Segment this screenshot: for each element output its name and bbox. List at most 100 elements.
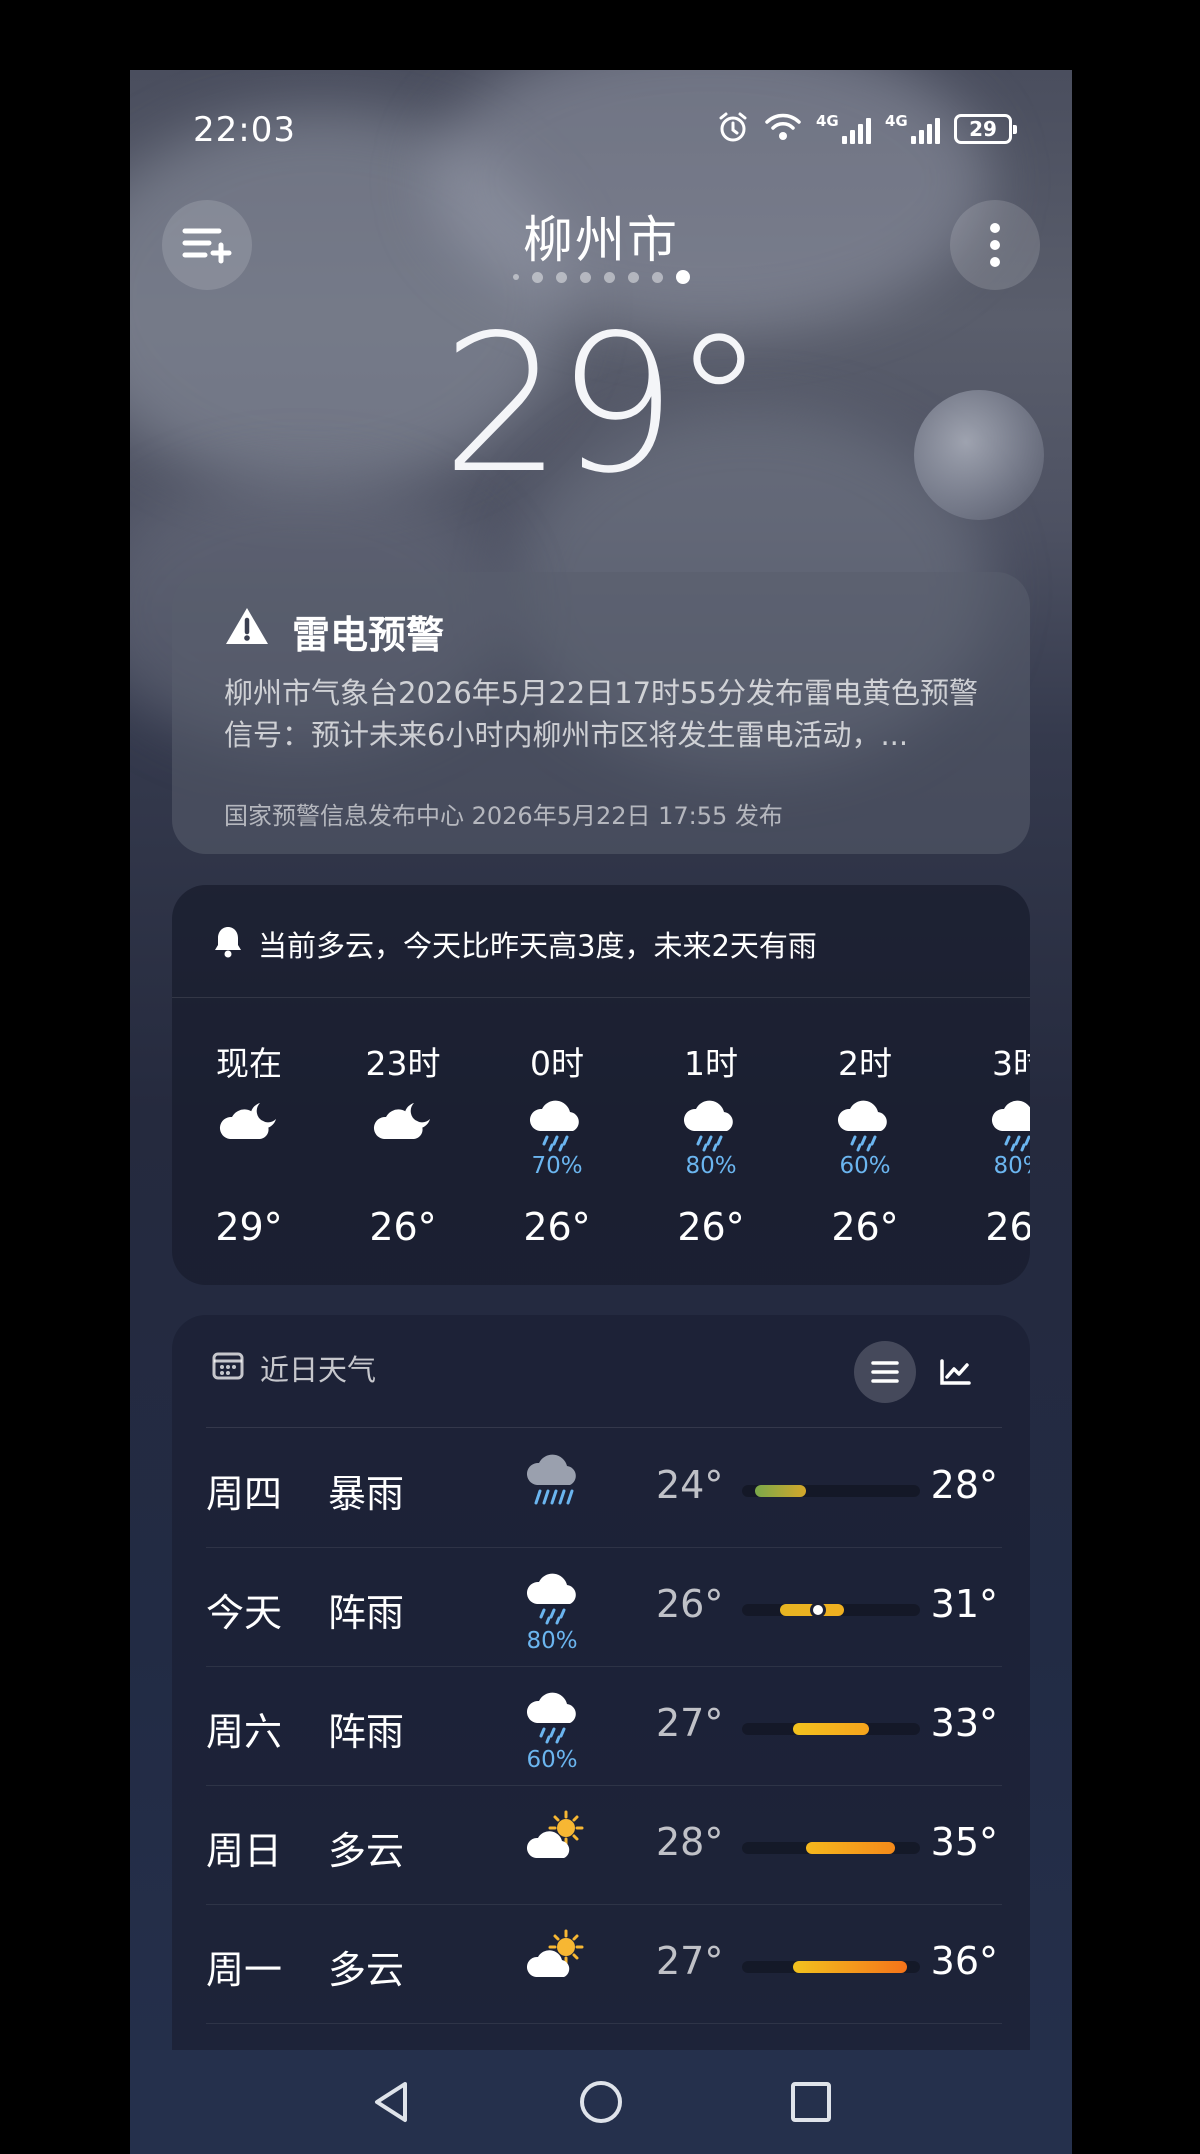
temp-range-fill <box>754 1485 806 1497</box>
daily-list: 周四 暴雨 24° 28° 今天 阵雨 80% 26° 31° 周六 阵雨 60% 27° 33° 周日 多云… <box>172 1429 1030 2024</box>
hour-temp: 29° <box>215 1205 283 1249</box>
daily-forecast-card: 近日天气 周四 暴雨 24° 28° 今天 阵雨 80% 26° 31° 周六 阵雨 60% 27° 33… <box>172 1315 1030 2115</box>
warning-icon <box>224 606 270 650</box>
day-condition: 多云 <box>328 1829 405 1873</box>
precip-probability: 80% <box>993 1153 1030 1179</box>
low-temp: 26° <box>656 1582 724 1626</box>
daily-header: 近日天气 <box>212 1347 376 1389</box>
status-icons: 4G 4G 29 <box>716 110 1017 148</box>
weather-app-screen: 22:03 4G 4G 29 柳州市 29° 雷电预警 柳州市气象台2026年5… <box>130 70 1072 2154</box>
temp-range-bar <box>742 1602 920 1618</box>
moon-icon <box>914 390 1044 520</box>
home-icon <box>580 2081 622 2123</box>
hourly-item: 1时 80% 26° <box>634 1037 788 1267</box>
precip-probability: 80% <box>526 1628 578 1654</box>
high-temp: 31° <box>930 1582 998 1626</box>
hourly-item: 23时 26° <box>326 1037 480 1267</box>
cloudy-night-icon <box>326 1097 480 1145</box>
city-title: 柳州市 <box>523 211 679 269</box>
temp-range-fill <box>805 1842 895 1854</box>
city-page-indicator[interactable] <box>130 270 1072 284</box>
daily-row[interactable]: 周六 阵雨 60% 27° 33° <box>206 1667 1002 1786</box>
chart-view-button[interactable] <box>924 1341 986 1403</box>
daily-row[interactable]: 周一 多云 27° 36° <box>206 1905 1002 2024</box>
hour-time: 1时 <box>684 1044 738 1083</box>
signal-icon-1: 4G <box>816 112 871 144</box>
wifi-icon <box>764 111 802 147</box>
temp-range-bar <box>742 1842 920 1854</box>
home-button[interactable] <box>571 2072 631 2132</box>
hourly-item: 3时 80% 26° <box>942 1037 1030 1267</box>
day-condition: 阵雨 <box>328 1591 405 1635</box>
low-temp: 27° <box>656 1701 724 1745</box>
hour-time: 0时 <box>530 1044 584 1083</box>
hour-temp: 26° <box>677 1205 745 1249</box>
rain-icon <box>524 1570 584 1632</box>
battery-icon: 29 <box>954 114 1017 144</box>
day-name: 今天 <box>206 1591 283 1635</box>
high-temp: 33° <box>930 1701 998 1745</box>
day-name: 周六 <box>206 1710 283 1754</box>
rain-icon <box>942 1097 1030 1155</box>
page-dot <box>675 270 690 284</box>
calendar-icon <box>212 1350 244 1387</box>
list-view-button[interactable] <box>854 1341 916 1403</box>
temp-range-fill <box>792 1723 870 1735</box>
divider <box>172 997 1030 998</box>
day-condition: 阵雨 <box>328 1710 405 1754</box>
recents-icon <box>791 2082 831 2122</box>
day-name: 周日 <box>206 1829 283 1873</box>
page-dot <box>651 271 663 283</box>
day-condition: 多云 <box>328 1948 405 1992</box>
high-temp: 28° <box>930 1463 998 1507</box>
precip-probability: 70% <box>531 1153 583 1179</box>
divider <box>206 1427 1002 1428</box>
temp-range-bar <box>742 1961 920 1973</box>
high-temp: 36° <box>930 1939 998 1983</box>
back-button[interactable] <box>361 2072 421 2132</box>
precip-probability: 80% <box>685 1153 737 1179</box>
daily-row[interactable]: 周日 多云 28° 35° <box>206 1786 1002 1905</box>
more-vertical-icon <box>990 223 1000 267</box>
page-dot <box>627 271 639 283</box>
temp-range-fill <box>792 1961 908 1973</box>
alert-body: 柳州市气象台2026年5月22日17时55分发布雷电黄色预警信号：预计未来6小时… <box>224 676 978 752</box>
alert-title: 雷电预警 <box>292 613 445 657</box>
weather-alert-card[interactable]: 雷电预警 柳州市气象台2026年5月22日17时55分发布雷电黄色预警信号：预计… <box>172 572 1030 854</box>
hour-temp: 26° <box>831 1205 899 1249</box>
alarm-icon <box>716 110 750 148</box>
status-time: 22:03 <box>193 110 296 150</box>
list-icon <box>871 1361 899 1383</box>
page-dot <box>555 271 567 283</box>
hourly-forecast-card: 当前多云，今天比昨天高3度，未来2天有雨 现在 29° 23时 26° 0时 70% 26°… <box>172 885 1030 1285</box>
low-temp: 24° <box>656 1463 724 1507</box>
hour-time: 23时 <box>365 1044 441 1083</box>
alert-source: 国家预警信息发布中心 2026年5月22日 17:55 发布 <box>224 802 783 830</box>
hourly-item: 现在 29° <box>172 1037 326 1267</box>
day-name: 周一 <box>206 1948 283 1992</box>
page-dot <box>579 271 591 283</box>
temp-range-bar <box>742 1723 920 1735</box>
hourly-list[interactable]: 现在 29° 23时 26° 0时 70% 26° 1时 80% 26° 2时 60% 26° 3时 80%… <box>172 1037 1030 1267</box>
page-dot <box>531 271 543 283</box>
daily-row[interactable]: 周四 暴雨 24° 28° <box>206 1429 1002 1548</box>
hourly-item: 0时 70% 26° <box>480 1037 634 1267</box>
bell-icon <box>212 924 244 965</box>
heavy-rain-icon <box>524 1451 584 1513</box>
summary-text: 当前多云，今天比昨天高3度，未来2天有雨 <box>258 929 817 963</box>
hour-time: 现在 <box>216 1044 282 1083</box>
hour-time: 3时 <box>992 1044 1030 1083</box>
low-temp: 27° <box>656 1939 724 1983</box>
rain-icon <box>524 1689 584 1751</box>
recents-button[interactable] <box>781 2072 841 2132</box>
rain-icon <box>634 1097 788 1155</box>
partly-cloudy-icon <box>524 1927 590 1987</box>
temp-range-bar <box>742 1485 920 1497</box>
hour-temp: 26° <box>523 1205 591 1249</box>
partly-cloudy-icon <box>524 1808 590 1868</box>
rain-icon <box>788 1097 942 1155</box>
hourly-item: 2时 60% 26° <box>788 1037 942 1267</box>
weather-summary: 当前多云，今天比昨天高3度，未来2天有雨 <box>212 923 817 965</box>
daily-row[interactable]: 今天 阵雨 80% 26° 31° <box>206 1548 1002 1667</box>
daily-title: 近日天气 <box>260 1353 377 1387</box>
